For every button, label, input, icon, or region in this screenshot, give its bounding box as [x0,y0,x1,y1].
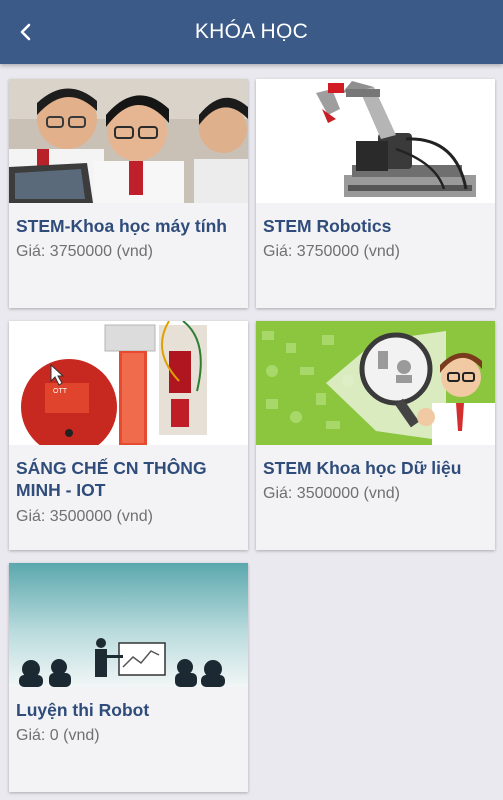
course-thumbnail [256,79,495,203]
course-thumbnail: OTT [9,321,248,445]
course-card-iot[interactable]: OTT SÁNG CHẾ CN THÔNG MINH - IOT Giá: 35… [9,321,248,550]
students-laptop-photo [9,79,248,203]
course-title: Luyện thi Robot [16,700,150,720]
course-card-data-science[interactable]: STEM Khoa học Dữ liệu Giá: 3500000 (vnd) [256,321,495,550]
robot-arm-photo [256,79,495,203]
course-price: Giá: 3500000 (vnd) [16,508,153,525]
course-price: Giá: 3750000 (vnd) [263,243,400,260]
course-price: Giá: 3750000 (vnd) [16,243,153,260]
course-thumbnail [9,563,248,687]
electronics-breadboard-photo: OTT [9,321,248,445]
course-price: Giá: 0 (vnd) [16,727,100,744]
data-science-illustration [256,321,495,445]
course-card-stem-computer-science[interactable]: STEM-Khoa học máy tính Giá: 3750000 (vnd… [9,79,248,308]
course-title: STEM Khoa học Dữ liệu [263,458,462,478]
page-title: KHÓA HỌC [194,20,309,43]
presentation-silhouettes-illustration [9,563,248,687]
course-thumbnail [256,321,495,445]
course-price: Giá: 3500000 (vnd) [263,485,400,502]
course-thumbnail [9,79,248,203]
course-card-stem-robotics[interactable]: STEM Robotics Giá: 3750000 (vnd) [256,79,495,308]
course-title: STEM-Khoa học máy tính [16,216,227,236]
svg-text:OTT: OTT [53,388,68,395]
course-title: SÁNG CHẾ CN THÔNG MINH - IOT [16,458,207,500]
app-bar: KHÓA HỌC [0,0,503,64]
course-title: STEM Robotics [263,216,392,236]
course-card-robot-exam[interactable]: Luyện thi Robot Giá: 0 (vnd) [9,563,248,792]
